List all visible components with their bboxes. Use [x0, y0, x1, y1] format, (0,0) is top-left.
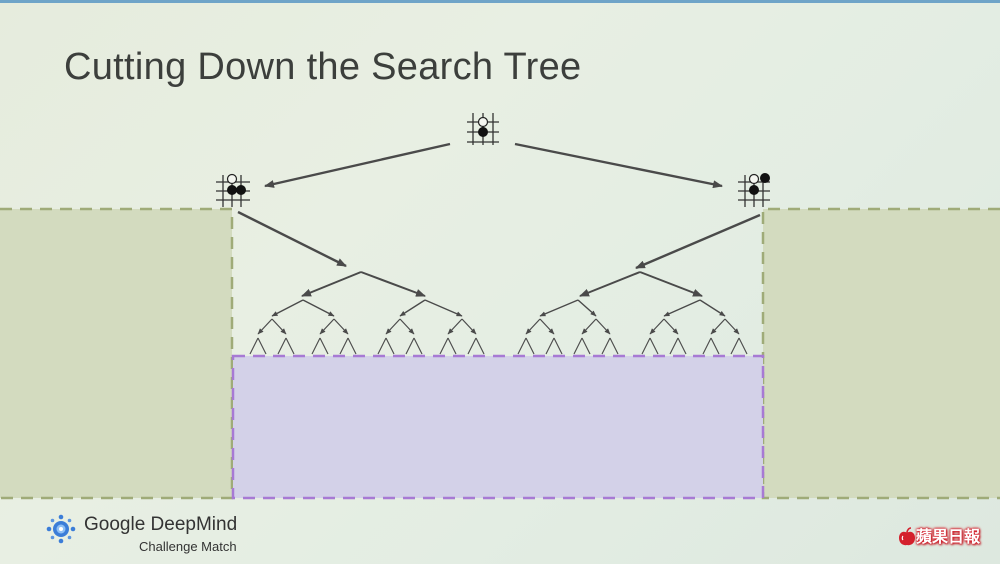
tree-edge	[257, 318, 273, 335]
pruned-region-right	[763, 209, 1000, 498]
white-stone	[748, 173, 760, 185]
google-deepmind-logo: Google DeepMind Challenge Match	[44, 512, 254, 558]
tree-edge	[424, 299, 463, 317]
tree-edge	[377, 337, 387, 355]
evaluated-region	[231, 354, 765, 500]
subtree-level2	[271, 299, 726, 317]
tree-edge	[581, 337, 591, 355]
go-board-right-child	[738, 173, 770, 207]
black-stone	[749, 185, 759, 195]
tree-edge	[577, 299, 597, 317]
tree-edge	[649, 337, 659, 355]
tree-edge	[677, 337, 687, 355]
tree-edge	[447, 337, 457, 355]
logo-subtitle: Challenge Match	[139, 539, 237, 554]
go-board-root	[467, 113, 499, 145]
arrow-right-to-subtree	[635, 213, 761, 270]
tree-edge	[277, 337, 287, 355]
tree-edge	[609, 337, 619, 355]
tree-edge	[399, 318, 415, 335]
tree-edge	[302, 299, 335, 317]
tree-edge	[517, 337, 527, 355]
white-stone	[477, 116, 489, 128]
tree-edge	[702, 337, 712, 355]
tree-edge	[439, 337, 449, 355]
tree-edge	[447, 318, 463, 335]
tree-edge	[249, 337, 259, 355]
tree-edge	[601, 337, 611, 355]
tree-edge	[710, 318, 726, 335]
tree-edge	[669, 337, 679, 355]
tree-edge	[461, 318, 477, 335]
tree-edge	[360, 271, 426, 297]
tree-edge	[539, 299, 579, 317]
white-stone	[226, 173, 238, 185]
tree-edge	[405, 337, 415, 355]
tree-edge	[663, 318, 679, 335]
tree-edge	[539, 318, 555, 335]
tree-edge	[738, 337, 748, 355]
tree-edge	[385, 318, 401, 335]
tree-edge	[347, 337, 357, 355]
pruned-region-left	[0, 209, 232, 498]
tree-edge	[595, 318, 611, 335]
black-stone	[227, 185, 237, 195]
tree-edge	[553, 337, 563, 355]
tree-edge	[271, 318, 287, 335]
tree-edge	[573, 337, 583, 355]
tree-edge	[639, 271, 703, 297]
tree-edge	[257, 337, 267, 355]
tree-edge	[475, 337, 485, 355]
watermark-text: 蘋果日報	[916, 527, 981, 546]
tree-edge	[385, 337, 395, 355]
tree-edge	[399, 299, 426, 317]
tree-edge	[663, 299, 701, 317]
apple-icon	[899, 527, 915, 546]
tree-edge	[525, 318, 541, 335]
arrow-left-to-subtree	[237, 210, 347, 268]
logo-name: Google DeepMind	[84, 514, 238, 535]
slide: Cutting Down the Search Tree Google Deep…	[0, 0, 1000, 564]
tree-edge	[319, 337, 329, 355]
tree-edge	[730, 337, 740, 355]
tree-edge	[545, 337, 555, 355]
tree-edge	[301, 271, 362, 297]
arrow-root-left	[264, 142, 451, 188]
tree-edge	[339, 337, 349, 355]
subtree-right-level1	[579, 271, 703, 297]
arrow-root-right	[514, 142, 723, 189]
tree-edge	[641, 337, 651, 355]
tree-edge	[271, 299, 304, 317]
subtree-leaves	[249, 318, 748, 355]
tree-edge	[579, 271, 641, 297]
tree-edge	[699, 299, 726, 317]
tree-edge	[467, 337, 477, 355]
black-stone	[478, 127, 488, 137]
tree-edge	[525, 337, 535, 355]
tree-edge	[333, 318, 349, 335]
black-stone	[236, 185, 246, 195]
black-stone	[760, 173, 770, 183]
tree-edge	[319, 318, 335, 335]
tree-edge	[710, 337, 720, 355]
tree-edge	[311, 337, 321, 355]
deepmind-logo-icon	[46, 514, 76, 544]
search-tree-diagram	[0, 113, 1000, 500]
tree-edge	[581, 318, 597, 335]
subtree-left-level1	[301, 271, 426, 297]
tree-edge	[285, 337, 295, 355]
tree-edge	[649, 318, 665, 335]
tree-edge	[413, 337, 423, 355]
tree-edge	[724, 318, 740, 335]
go-board-left-child	[216, 173, 250, 207]
